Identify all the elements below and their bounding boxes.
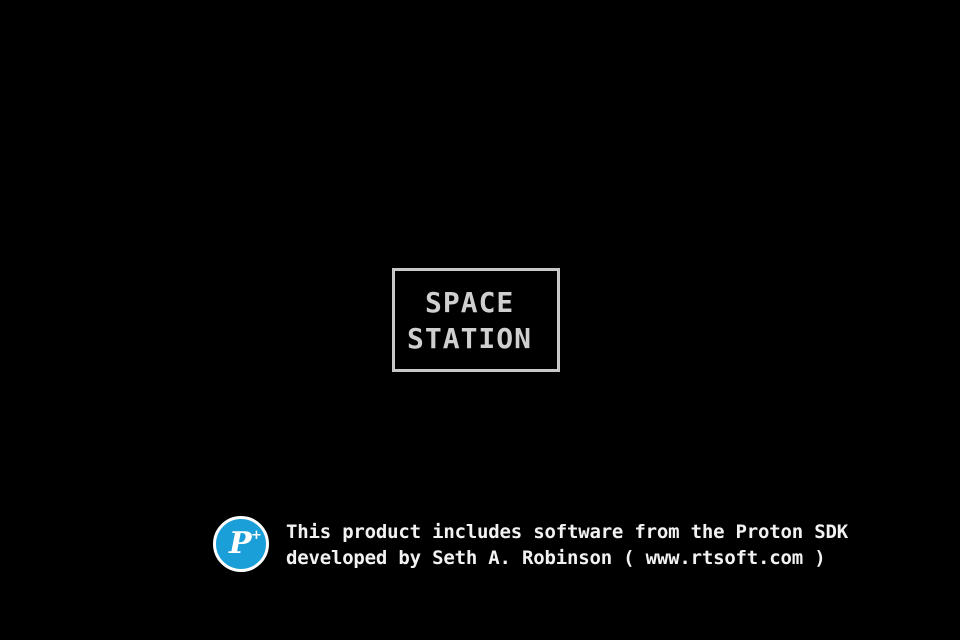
proton-logo-letter: P bbox=[229, 526, 252, 561]
splash-screen: SPACE STATION P + This product includes … bbox=[0, 0, 960, 640]
space-station-logo: SPACE STATION bbox=[392, 268, 560, 372]
proton-logo-plus: + bbox=[251, 528, 262, 543]
credit-text-line-2: developed by Seth A. Robinson ( www.rtso… bbox=[286, 547, 826, 569]
logo-title-line-1: SPACE bbox=[425, 286, 515, 319]
credit-text-line-1: This product includes software from the … bbox=[286, 521, 848, 543]
proton-sdk-logo-icon: P + bbox=[213, 516, 269, 572]
proton-sdk-credits: P + This product includes software from … bbox=[213, 516, 913, 578]
logo-title-line-2: STATION bbox=[407, 322, 533, 355]
